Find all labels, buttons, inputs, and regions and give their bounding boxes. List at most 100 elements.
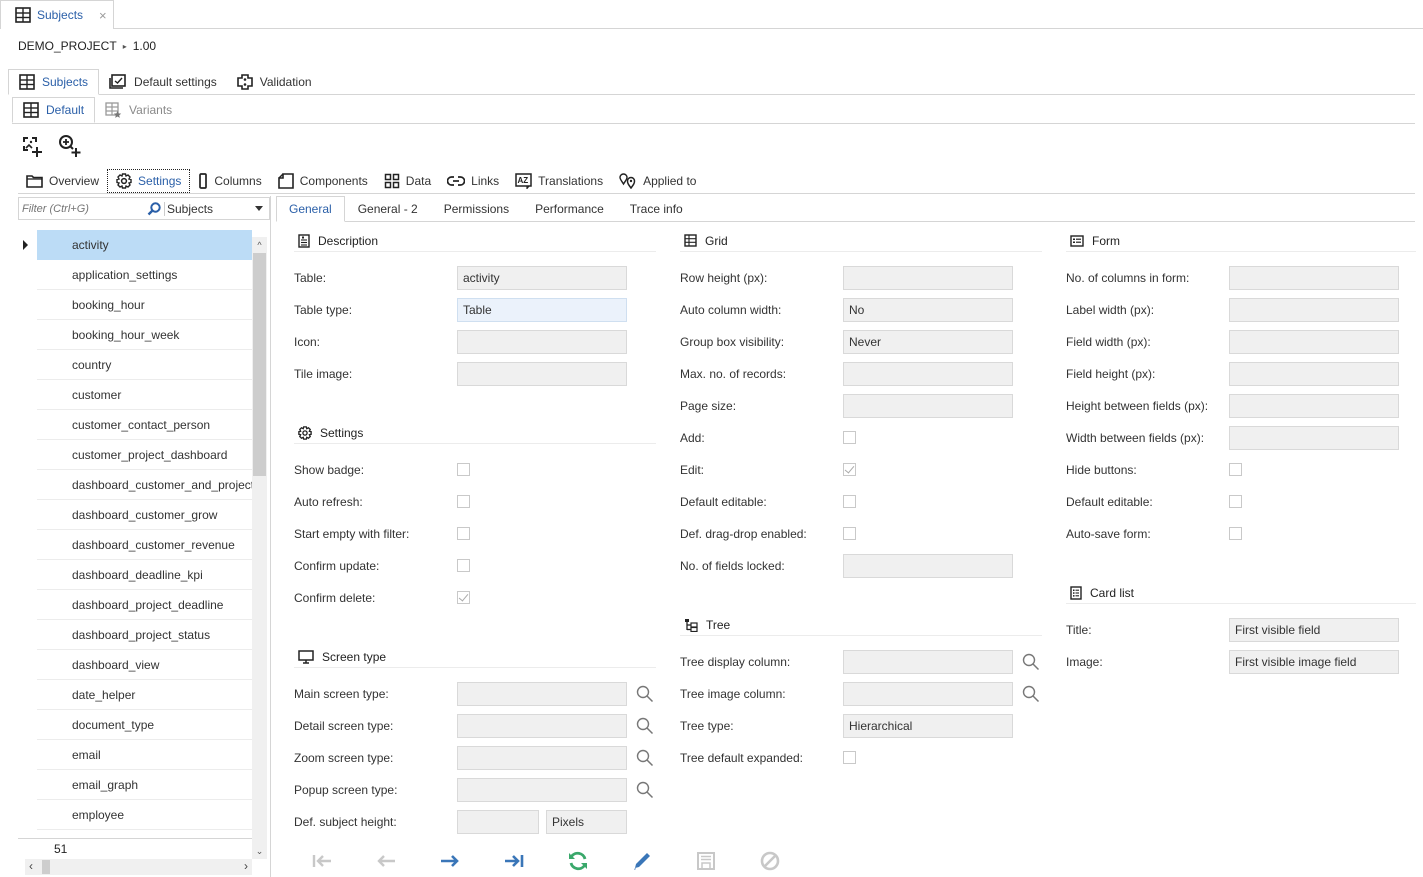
tree-type-field[interactable]: Hierarchical xyxy=(843,714,1013,738)
tree-default-expanded-checkbox[interactable] xyxy=(843,751,856,764)
subject-list-item[interactable]: email xyxy=(37,740,252,770)
panel-divider[interactable] xyxy=(270,196,271,877)
tab-default[interactable]: Default xyxy=(12,97,96,123)
popup-screen-type-lookup-button[interactable] xyxy=(636,781,654,799)
form-auto-save-form-checkbox[interactable] xyxy=(1229,527,1242,540)
tab-default-settings[interactable]: Default settings xyxy=(99,69,227,95)
tab-links[interactable]: Links xyxy=(439,169,507,193)
confirm-delete-checkbox[interactable] xyxy=(457,591,470,604)
subject-list-item[interactable]: date_helper xyxy=(37,680,252,710)
filter-input[interactable] xyxy=(19,202,147,215)
previous-record-button[interactable] xyxy=(354,846,418,876)
tab-permissions[interactable]: Permissions xyxy=(431,196,522,222)
main-screen-type-lookup-button[interactable] xyxy=(636,685,654,703)
tree-image-column-lookup-button[interactable] xyxy=(1022,685,1040,703)
zoom-add-button[interactable] xyxy=(56,133,84,159)
filter-scope-dropdown[interactable]: Subjects xyxy=(147,201,269,216)
subject-list-item[interactable]: booking_hour_week xyxy=(37,320,252,350)
height-unit-field[interactable]: Pixels xyxy=(546,810,627,834)
page-size-field[interactable] xyxy=(843,394,1013,418)
subject-list-item[interactable]: dashboard_view xyxy=(37,650,252,680)
no-of-columns-in-form-field[interactable] xyxy=(1229,266,1399,290)
subject-list-item[interactable]: dashboard_project_deadline xyxy=(37,590,252,620)
close-icon[interactable]: × xyxy=(99,8,107,23)
subject-list-item[interactable]: booking_hour xyxy=(37,290,252,320)
document-tab-subjects[interactable]: Subjects × xyxy=(0,0,114,29)
edit-button[interactable] xyxy=(610,846,674,876)
tab-settings[interactable]: Settings xyxy=(107,169,191,193)
subject-list-item[interactable]: customer xyxy=(37,380,252,410)
tab-general[interactable]: General xyxy=(276,196,345,222)
grid-edit-checkbox[interactable] xyxy=(843,463,856,476)
tab-variants[interactable]: Variants xyxy=(95,97,182,123)
tile-image-field[interactable] xyxy=(457,362,627,386)
label-width-px-field[interactable] xyxy=(1229,298,1399,322)
table-field[interactable]: activity xyxy=(457,266,627,290)
zoom-screen-type-field[interactable] xyxy=(457,746,627,770)
first-record-button[interactable] xyxy=(290,846,354,876)
tab-translations[interactable]: AZ Translations xyxy=(507,169,611,193)
subject-list-item[interactable]: dashboard_customer_and_project xyxy=(37,470,252,500)
add-image-button[interactable] xyxy=(18,133,46,159)
scrollbar-thumb[interactable] xyxy=(42,860,50,874)
last-record-button[interactable] xyxy=(482,846,546,876)
zoom-screen-type-lookup-button[interactable] xyxy=(636,749,654,767)
card-title-field[interactable]: First visible field xyxy=(1229,618,1399,642)
tab-columns[interactable]: Columns xyxy=(190,169,269,193)
form-hide-buttons-checkbox[interactable] xyxy=(1229,463,1242,476)
tab-performance[interactable]: Performance xyxy=(522,196,617,222)
form-default-editable-checkbox[interactable] xyxy=(1229,495,1242,508)
subject-list-item[interactable]: activity xyxy=(23,230,252,260)
grid-def-drag-drop-enabled-checkbox[interactable] xyxy=(843,527,856,540)
scroll-down-icon[interactable]: ⌄ xyxy=(252,843,267,859)
tree-image-column-field[interactable] xyxy=(843,682,1013,706)
scroll-left-icon[interactable]: ‹ xyxy=(29,859,33,873)
table-type-field[interactable]: Table xyxy=(457,298,627,322)
group-box-visibility-field[interactable]: Never xyxy=(843,330,1013,354)
subject-list-item[interactable]: dashboard_project_status xyxy=(37,620,252,650)
subject-list-item[interactable]: application_settings xyxy=(37,260,252,290)
show-badge-checkbox[interactable] xyxy=(457,463,470,476)
refresh-button[interactable] xyxy=(546,846,610,876)
scroll-right-icon[interactable]: › xyxy=(244,859,248,873)
subject-list-item[interactable]: employee xyxy=(37,800,252,830)
detail-screen-type-field[interactable] xyxy=(457,714,627,738)
icon-field[interactable] xyxy=(457,330,627,354)
tree-display-column-field[interactable] xyxy=(843,650,1013,674)
next-record-button[interactable] xyxy=(418,846,482,876)
tab-data[interactable]: Data xyxy=(376,169,439,193)
subject-list-item[interactable]: document_type xyxy=(37,710,252,740)
tab-components[interactable]: Components xyxy=(270,169,376,193)
scroll-up-icon[interactable]: ^ xyxy=(252,237,267,253)
main-screen-type-field[interactable] xyxy=(457,682,627,706)
width-between-fields-px-field[interactable] xyxy=(1229,426,1399,450)
breadcrumb-project[interactable]: DEMO_PROJECT xyxy=(18,39,117,53)
subject-list-item[interactable]: email_graph xyxy=(37,770,252,800)
subject-list-item[interactable]: customer_contact_person xyxy=(37,410,252,440)
grid-add-checkbox[interactable] xyxy=(843,431,856,444)
field-width-px-field[interactable] xyxy=(1229,330,1399,354)
subject-list-item[interactable]: country xyxy=(37,350,252,380)
tab-applied-to[interactable]: Applied to xyxy=(611,169,704,193)
auto-column-width-field[interactable]: No xyxy=(843,298,1013,322)
height-between-fields-px-field[interactable] xyxy=(1229,394,1399,418)
tab-overview[interactable]: Overview xyxy=(18,169,107,193)
subject-list-item[interactable]: dashboard_customer_revenue xyxy=(37,530,252,560)
def-subject-height-field[interactable] xyxy=(457,810,539,834)
tab-general-2[interactable]: General - 2 xyxy=(345,196,431,222)
tab-subjects[interactable]: Subjects xyxy=(8,69,100,95)
save-button[interactable] xyxy=(674,846,738,876)
subject-list-item[interactable]: dashboard_customer_grow xyxy=(37,500,252,530)
cancel-button[interactable] xyxy=(738,846,802,876)
subject-list-horizontal-scrollbar[interactable]: ‹ › xyxy=(25,859,252,875)
tab-validation[interactable]: Validation xyxy=(227,69,322,95)
subject-list-vertical-scrollbar[interactable]: ^ ⌄ xyxy=(252,237,267,859)
max-no-of-records-field[interactable] xyxy=(843,362,1013,386)
subject-list-item[interactable]: dashboard_deadline_kpi xyxy=(37,560,252,590)
popup-screen-type-field[interactable] xyxy=(457,778,627,802)
tree-display-column-lookup-button[interactable] xyxy=(1022,653,1040,671)
start-empty-with-filter-checkbox[interactable] xyxy=(457,527,470,540)
breadcrumb-version[interactable]: 1.00 xyxy=(133,39,156,53)
row-height-px-field[interactable] xyxy=(843,266,1013,290)
subject-list-item[interactable]: customer_project_dashboard xyxy=(37,440,252,470)
